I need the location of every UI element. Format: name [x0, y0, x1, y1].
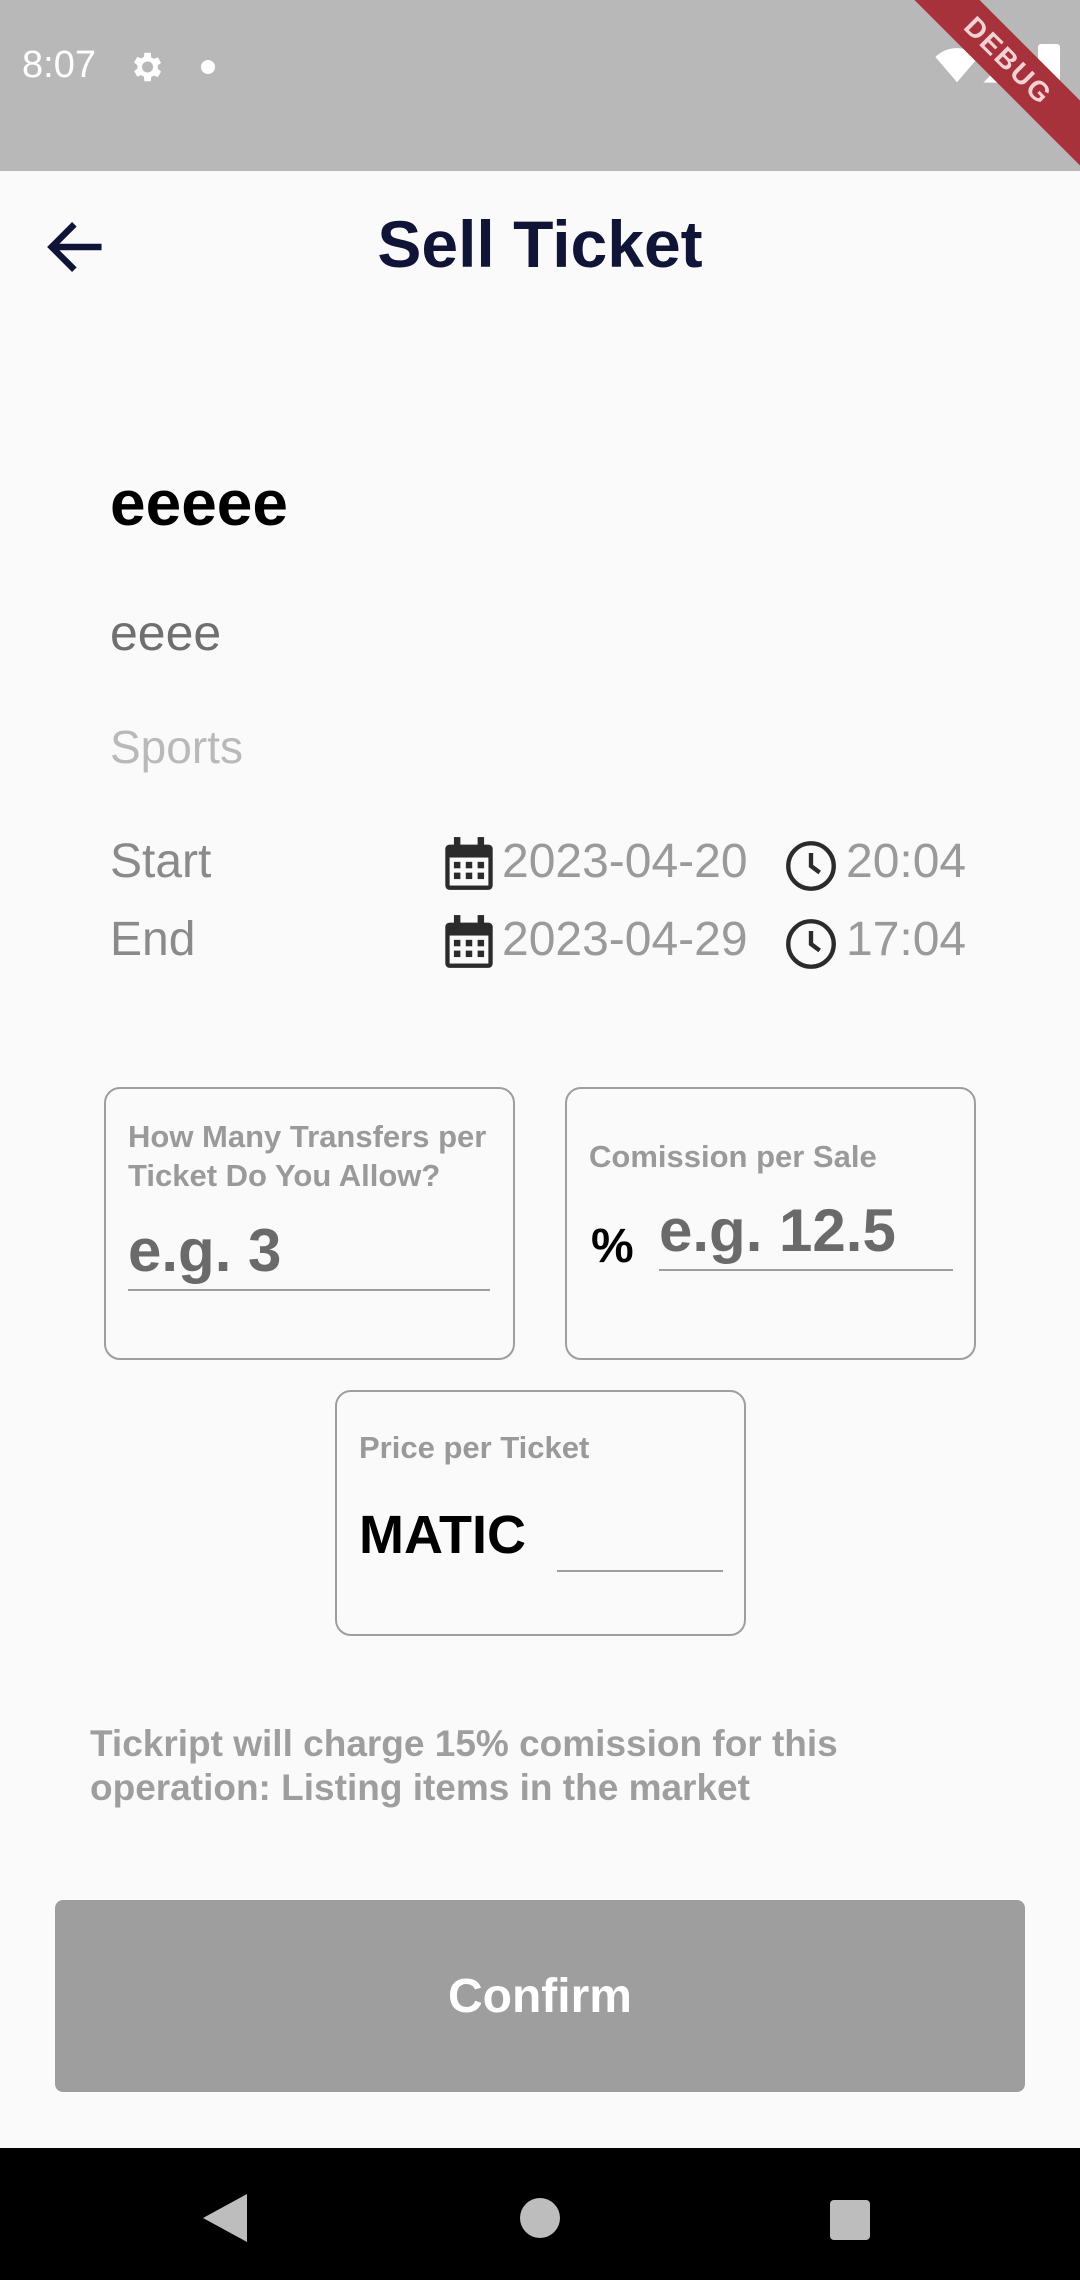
navigation-bar: [0, 2148, 1080, 2280]
page-title: Sell Ticket: [377, 207, 703, 281]
transfers-label: How Many Transfers per Ticket Do You All…: [128, 1119, 487, 1193]
nav-back-icon[interactable]: [203, 2194, 247, 2242]
transfers-input[interactable]: [128, 1211, 490, 1291]
end-label: End: [110, 913, 196, 966]
start-date: 2023-04-20: [502, 835, 748, 888]
transfers-card: How Many Transfers per Ticket Do You All…: [104, 1087, 515, 1360]
end-time: 17:04: [846, 913, 967, 966]
event-category: Sports: [110, 721, 243, 773]
clock-icon: [786, 919, 836, 969]
commission-input[interactable]: [659, 1191, 953, 1271]
event-name: eeeee: [110, 467, 288, 539]
end-date: 2023-04-29: [502, 913, 748, 966]
price-label: Price per Ticket: [359, 1430, 590, 1465]
start-datetime-row: Start 2023-04-20 20:04: [110, 834, 1010, 894]
clock-icon: [786, 841, 836, 891]
confirm-button[interactable]: Confirm: [55, 1900, 1025, 2092]
calendar-icon: [445, 915, 493, 968]
price-card: Price per Ticket MATIC: [335, 1390, 746, 1636]
settings-gear-icon: [134, 52, 162, 82]
notification-dot-icon: [201, 60, 215, 74]
event-description: eeee: [110, 605, 222, 661]
matic-prefix: MATIC: [359, 1505, 526, 1565]
percent-prefix: %: [591, 1220, 634, 1273]
commission-card: Comission per Sale %: [565, 1087, 976, 1360]
end-datetime-row: End 2023-04-29 17:04: [110, 912, 1010, 972]
status-time: 8:07: [22, 44, 96, 86]
commission-label: Comission per Sale: [589, 1139, 877, 1174]
start-label: Start: [110, 835, 212, 888]
calendar-icon: [445, 837, 493, 890]
start-time: 20:04: [846, 835, 967, 888]
nav-recents-icon[interactable]: [830, 2200, 870, 2240]
commission-notice: Tickript will charge 15% comission for t…: [90, 1723, 838, 1808]
nav-home-icon[interactable]: [520, 2198, 560, 2238]
price-input[interactable]: [557, 1492, 723, 1572]
status-bar: 8:07 DEBUG: [0, 0, 1080, 171]
